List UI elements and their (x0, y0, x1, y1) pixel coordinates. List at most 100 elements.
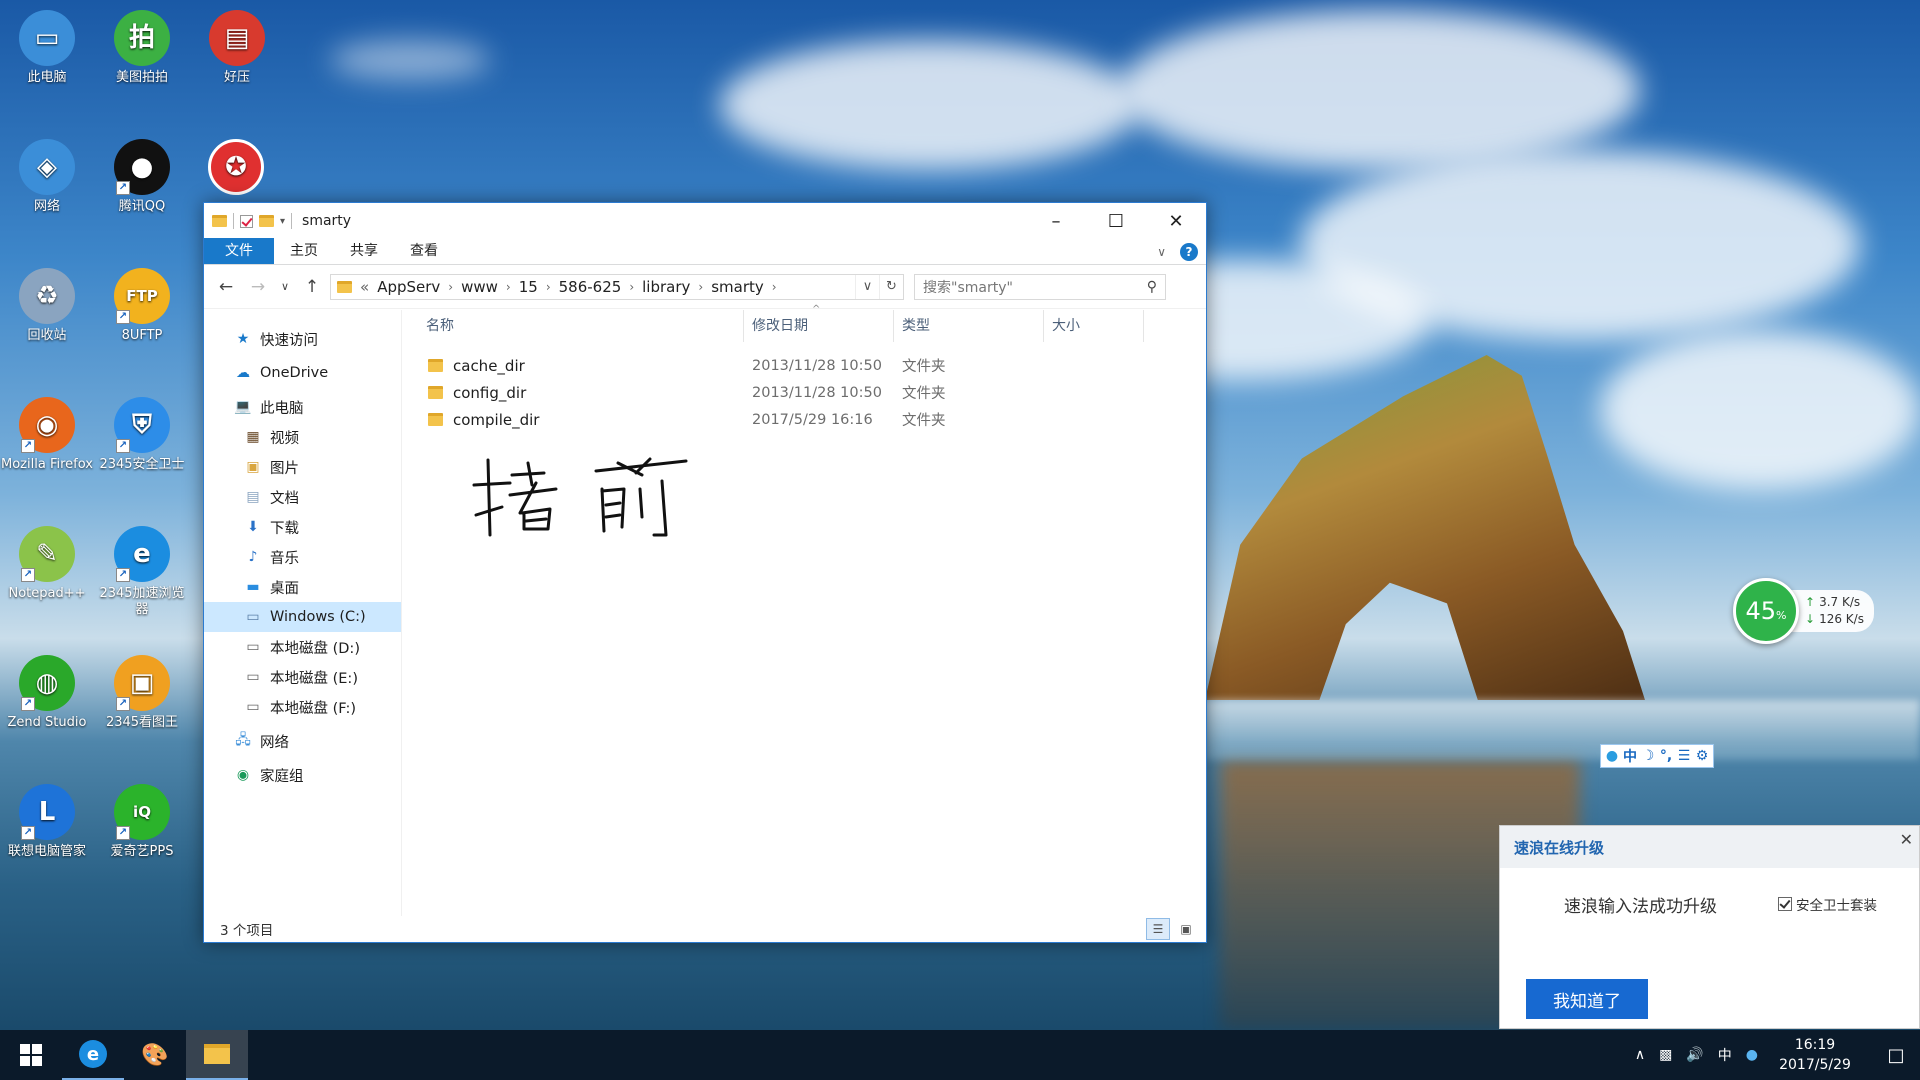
breadcrumb-overflow[interactable]: « (360, 278, 369, 296)
tab-share[interactable]: 共享 (334, 238, 394, 264)
nav-pc-item[interactable]: ▭ 本地磁盘 (F:) (204, 692, 401, 722)
desktop-icon[interactable]: ◈ 网络 (0, 139, 95, 215)
nav-pc-item[interactable]: ▦ 视频 (204, 422, 401, 452)
nav-homegroup[interactable]: ◉ 家庭组 (204, 760, 401, 790)
nav-pc-item[interactable]: ▣ 图片 (204, 452, 401, 482)
file-row[interactable]: cache_dir 2013/11/28 10:50 文件夹 (402, 352, 1206, 379)
clock[interactable]: 16:19 2017/5/29 (1772, 1035, 1858, 1075)
nav-pc-item[interactable]: ▬ 桌面 (204, 572, 401, 602)
desktop-icon[interactable]: ⛨ ↗ 2345安全卫士 (94, 397, 190, 473)
breadcrumb-chevron-icon[interactable]: › (448, 280, 453, 294)
desktop-icon[interactable]: 拍美图拍拍 (94, 10, 190, 86)
desktop-icon[interactable]: e ↗ 2345加速浏览器 (94, 526, 190, 618)
close-icon[interactable]: ✕ (1900, 830, 1913, 849)
got-it-button[interactable]: 我知道了 (1526, 979, 1648, 1019)
details-view-icon[interactable]: ☰ (1146, 918, 1170, 940)
nav-this-pc[interactable]: 💻 此电脑 (204, 392, 401, 422)
desktop-icon[interactable]: ▤ 好压 (189, 10, 285, 86)
desktop-icon[interactable]: ● ↗ 腾讯QQ (94, 139, 190, 215)
nav-pc-item[interactable]: ▭ 本地磁盘 (E:) (204, 662, 401, 692)
nav-pc-item[interactable]: ▭ 本地磁盘 (D:) (204, 632, 401, 662)
nav-quick-access[interactable]: ★ 快速访问 (204, 324, 401, 354)
ime-settings-icon[interactable]: ⚙ (1695, 748, 1709, 764)
desktop-icon[interactable]: iQ ↗ 爱奇艺PPS (94, 784, 190, 860)
action-center-icon[interactable]: □ (1872, 1030, 1920, 1080)
close-button[interactable]: ✕ (1146, 203, 1206, 239)
ime-punctuation-icon[interactable]: °, (1659, 748, 1673, 764)
breadcrumb-chevron-icon[interactable]: › (546, 280, 551, 294)
recent-locations-chevron-icon[interactable]: ∨ (276, 273, 294, 301)
file-list[interactable]: ^ 名称 修改日期 类型 大小 cache_dir 2013/11/28 10:5… (402, 304, 1206, 916)
breadcrumb-item[interactable]: library (642, 278, 690, 296)
column-size[interactable]: 大小 (1044, 310, 1144, 342)
breadcrumb-item[interactable]: www (461, 278, 498, 296)
large-icons-view-icon[interactable]: ▣ (1174, 918, 1198, 940)
tab-view[interactable]: 查看 (394, 238, 454, 264)
expand-ribbon-icon[interactable]: ∨ (1157, 245, 1166, 259)
address-bar[interactable]: « AppServ › www › 15 › 586-625 › library › smarty ›… (330, 273, 904, 300)
desktop-icon[interactable]: ◉ ↗ Mozilla Firefox (0, 397, 95, 473)
ime-moon-icon[interactable]: ☽ (1641, 748, 1655, 764)
up-arrow-icon[interactable]: ↑ (298, 273, 326, 301)
tab-home[interactable]: 主页 (274, 238, 334, 264)
taskbar-file-explorer[interactable] (186, 1030, 248, 1080)
forward-arrow-icon[interactable]: → (244, 273, 272, 301)
memory-usage-circle[interactable]: 45% (1733, 578, 1799, 644)
desktop-icon[interactable]: L ↗ 联想电脑管家 (0, 784, 95, 860)
ime-mascot-icon[interactable]: ● (1605, 748, 1619, 764)
search-input[interactable]: 搜索"smarty" ⚲ (914, 273, 1166, 300)
file-row[interactable]: config_dir 2013/11/28 10:50 文件夹 (402, 379, 1206, 406)
ime-chinese-mode[interactable]: 中 (1623, 746, 1637, 766)
desktop-icon[interactable]: ✪ (188, 139, 284, 199)
breadcrumb-item[interactable]: 15 (519, 278, 538, 296)
network-speed-widget[interactable]: 45% ↑ 3.7 K/s ↓ 126 K/s (1733, 578, 1874, 644)
start-button[interactable] (0, 1030, 62, 1080)
breadcrumb-chevron-icon[interactable]: › (698, 280, 703, 294)
desktop-icon[interactable]: ▣ ↗ 2345看图王 (94, 655, 190, 731)
desktop-icon[interactable]: ♻ 回收站 (0, 268, 95, 344)
breadcrumb-chevron-icon[interactable]: › (772, 280, 777, 294)
battery-icon[interactable]: ▩ (1659, 1047, 1672, 1063)
tab-file[interactable]: 文件 (204, 238, 274, 264)
customize-toolbar-chevron-icon[interactable]: ▾ (280, 216, 285, 227)
desktop-icon[interactable]: ✎ ↗ Notepad++ (0, 526, 95, 602)
nav-onedrive[interactable]: ☁ OneDrive (204, 358, 401, 388)
help-icon[interactable]: ? (1180, 243, 1198, 261)
nav-pc-item[interactable]: ♪ 音乐 (204, 542, 401, 572)
security-suite-checkbox[interactable]: 安全卫士套装 (1778, 894, 1877, 914)
title-bar[interactable]: ▾ smarty – ☐ ✕ (204, 203, 1206, 239)
maximize-button[interactable]: ☐ (1086, 203, 1146, 239)
nav-network[interactable]: 🖧 网络 (204, 726, 401, 756)
desktop-icon[interactable]: ▭ 此电脑 (0, 10, 95, 86)
new-folder-icon[interactable] (259, 215, 274, 227)
file-explorer-window[interactable]: ▾ smarty – ☐ ✕ 文件 主页 共享 查看 ∨ ? ← → ∨ ↑ «… (203, 202, 1207, 943)
refresh-icon[interactable]: ↻ (879, 274, 903, 299)
nav-pc-item[interactable]: ▤ 文档 (204, 482, 401, 512)
breadcrumb-chevron-icon[interactable]: › (506, 280, 511, 294)
breadcrumb-chevron-icon[interactable]: › (629, 280, 634, 294)
taskbar-browser[interactable]: e (62, 1030, 124, 1080)
taskbar-paint-app[interactable]: 🎨 (124, 1030, 186, 1080)
desktop-icon[interactable]: ◍ ↗ Zend Studio (0, 655, 95, 731)
back-arrow-icon[interactable]: ← (212, 273, 240, 301)
desktop-icon[interactable]: FTP ↗ 8UFTP (94, 268, 190, 344)
minimize-button[interactable]: – (1026, 203, 1086, 239)
column-type[interactable]: 类型 (894, 310, 1044, 342)
nav-pc-item-label: 本地磁盘 (F:) (270, 700, 357, 717)
breadcrumb-item[interactable]: AppServ (377, 278, 440, 296)
breadcrumb-item[interactable]: smarty (711, 278, 764, 296)
ime-mascot-tray-icon[interactable]: ● (1746, 1047, 1758, 1063)
column-name[interactable]: 名称 (422, 310, 744, 342)
address-history-chevron-icon[interactable]: ∨ (855, 274, 879, 299)
tray-ime-indicator[interactable]: 中 (1718, 1045, 1732, 1065)
volume-icon[interactable]: 🔊 (1686, 1047, 1703, 1063)
checkbox-checked-icon[interactable] (1778, 897, 1792, 911)
file-row[interactable]: compile_dir 2017/5/29 16:16 文件夹 (402, 406, 1206, 433)
properties-icon[interactable] (240, 214, 253, 228)
nav-pc-item[interactable]: ▭ Windows (C:) (204, 602, 401, 632)
breadcrumb-item[interactable]: 586-625 (559, 278, 622, 296)
nav-pc-item[interactable]: ⬇ 下载 (204, 512, 401, 542)
show-hidden-icons-chevron-icon[interactable]: ∧ (1635, 1047, 1645, 1063)
ime-skin-icon[interactable]: ☰ (1677, 748, 1691, 764)
ime-status-bar[interactable]: ● 中 ☽ °, ☰ ⚙ (1600, 744, 1714, 768)
